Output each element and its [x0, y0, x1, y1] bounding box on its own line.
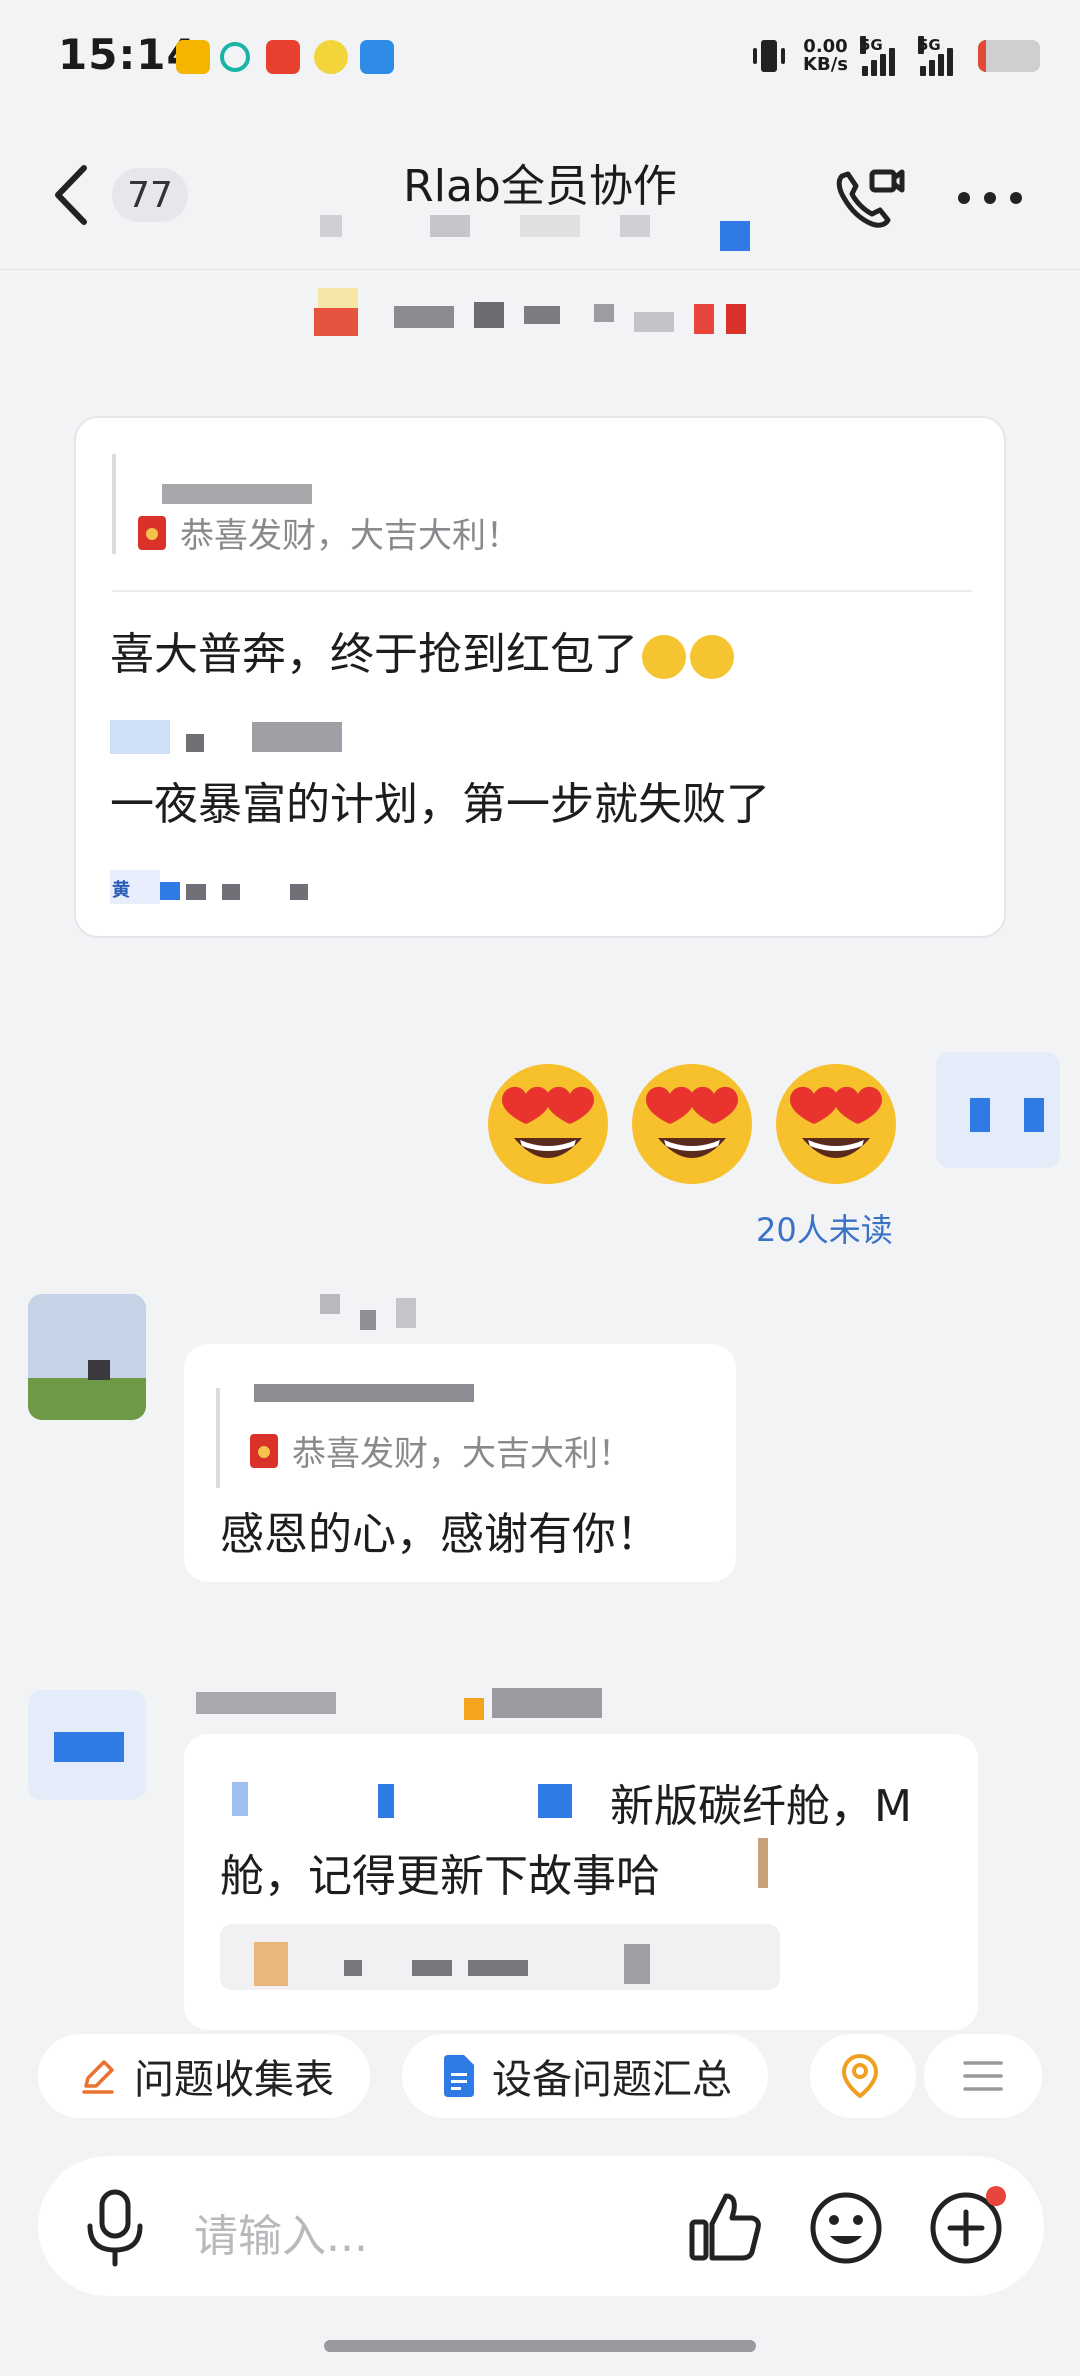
app-notification-icon	[314, 40, 348, 74]
quote-bar	[216, 1388, 220, 1488]
read-status[interactable]: 20人未读	[756, 1205, 893, 1251]
location-pin-icon	[841, 2054, 879, 2098]
notification-app-icon	[176, 40, 210, 74]
message-input-bar	[38, 2156, 1044, 2296]
video-call-button[interactable]	[828, 158, 908, 238]
pinned-message-mosaic[interactable]	[320, 205, 790, 251]
message-text: 感恩的心，感谢有你！	[220, 1509, 660, 1560]
more-dot-icon	[958, 192, 970, 204]
red-packet-icon	[250, 1433, 278, 1468]
smiley-icon	[810, 2192, 882, 2264]
signal-1-icon: 5G	[860, 36, 906, 76]
signal-2-icon: 5G	[918, 36, 964, 76]
message-input[interactable]: 请输入...	[194, 2200, 368, 2264]
link-preview-mosaic[interactable]	[220, 1924, 780, 1990]
more-dot-icon	[984, 192, 996, 204]
heart-eyes-emoji	[632, 1064, 752, 1184]
vibrate-icon	[753, 40, 786, 72]
quick-actions-menu-button[interactable]	[924, 2034, 1042, 2118]
self-avatar[interactable]	[936, 1052, 1060, 1168]
message-card-forwarded[interactable]: 恭喜发财，大吉大利！ 喜大普奔，终于抢到红包了 一夜暴富的计划，第一步就失败了 …	[74, 416, 1006, 938]
quote-bar	[112, 454, 116, 554]
taobao-app-icon	[266, 40, 300, 74]
menu-lines-icon	[963, 2061, 1003, 2091]
message-text: 喜大普奔，终于抢到红包了	[110, 618, 734, 682]
dizzy-face-emoji	[690, 635, 734, 679]
microphone-icon	[87, 2189, 143, 2267]
quick-action-location[interactable]	[810, 2034, 916, 2118]
thumbs-up-icon	[689, 2193, 761, 2261]
phone-video-icon	[836, 169, 905, 228]
dizzy-face-emoji	[642, 635, 686, 679]
unread-count-badge[interactable]: 77	[112, 168, 188, 222]
emoji-button[interactable]	[806, 2188, 886, 2268]
back-button[interactable]	[40, 158, 100, 232]
more-dot-icon	[1010, 192, 1022, 204]
message-bubble[interactable]: 恭喜发财，大吉大利！ 感恩的心，感谢有你！	[184, 1344, 736, 1582]
battery-icon	[978, 40, 1040, 72]
sender-name-mosaic	[200, 1294, 420, 1334]
back-arrow-icon	[55, 165, 87, 225]
document-icon	[444, 2055, 474, 2097]
sync-icon	[220, 42, 250, 72]
message-bubble[interactable]: 新版碳纤舱，M 舱，记得更新下故事哈	[184, 1734, 978, 2030]
edit-pencil-icon	[82, 2060, 114, 2094]
status-bar: 15:14 0.00 KB/s 5G 5G	[0, 0, 1080, 120]
sent-emoji-message[interactable]	[480, 1052, 904, 1188]
more-options-button[interactable]	[950, 158, 1030, 238]
quick-action-device-issues[interactable]: 设备问题汇总	[402, 2034, 768, 2118]
quoted-message: 恭喜发财，大吉大利！	[138, 508, 520, 557]
mention-mosaic	[232, 1782, 248, 1816]
sender-mosaic	[110, 720, 170, 754]
voice-input-button[interactable]	[82, 2188, 148, 2268]
quick-action-issue-form[interactable]: 问题收集表	[38, 2034, 370, 2118]
sender-name-mosaic	[196, 1688, 616, 1728]
heart-eyes-emoji	[776, 1064, 896, 1184]
home-indicator[interactable]	[324, 2340, 756, 2352]
tag-label: 黄	[110, 870, 160, 904]
message-text: 舱，记得更新下故事哈	[220, 1851, 660, 1902]
red-packet-icon	[138, 515, 166, 550]
message-text: 一夜暴富的计划，第一步就失败了	[110, 779, 770, 830]
like-button[interactable]	[686, 2188, 766, 2268]
sender-name-mosaic	[314, 288, 764, 340]
divider	[112, 590, 972, 592]
quoted-message: 恭喜发财，大吉大利！	[250, 1426, 632, 1475]
quoted-sender-mosaic	[162, 484, 312, 504]
heart-eyes-emoji	[488, 1064, 608, 1184]
status-indicators: 0.00 KB/s 5G 5G	[749, 36, 1040, 76]
plus-circle-icon	[930, 2186, 1006, 2264]
message-text: 新版碳纤舱，M	[610, 1781, 912, 1832]
network-speed: 0.00 KB/s	[803, 36, 848, 75]
quoted-sender-mosaic	[254, 1384, 474, 1402]
avatar[interactable]	[28, 1294, 146, 1420]
more-actions-button[interactable]	[924, 2184, 1010, 2270]
message-app-icon	[360, 40, 394, 74]
avatar[interactable]	[28, 1690, 146, 1800]
